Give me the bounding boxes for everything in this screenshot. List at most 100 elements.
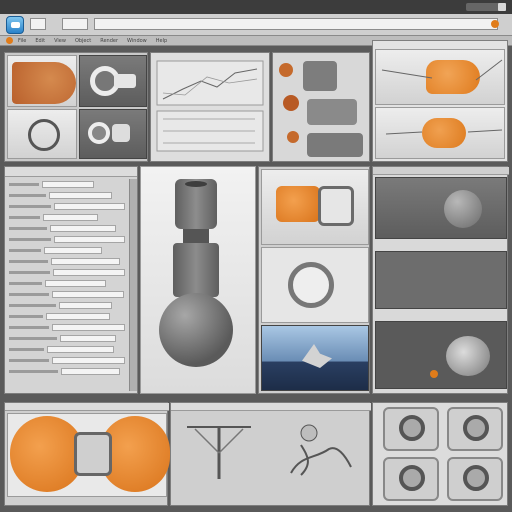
assembly-object[interactable] [271, 415, 361, 489]
property-row[interactable] [9, 224, 125, 232]
property-label [9, 215, 40, 219]
menu-item-edit[interactable]: Edit [35, 37, 45, 45]
close-icon[interactable] [498, 3, 506, 11]
property-row[interactable] [9, 268, 125, 276]
property-value-field[interactable] [60, 334, 116, 342]
property-row[interactable] [9, 367, 125, 375]
property-row[interactable] [9, 345, 125, 353]
mechanical-part [307, 133, 363, 157]
orange-dot-icon[interactable] [6, 37, 13, 44]
property-row[interactable] [9, 334, 125, 342]
viewport[interactable] [79, 55, 147, 107]
viewport[interactable] [375, 321, 507, 389]
property-row[interactable] [9, 180, 125, 188]
scrollbar[interactable] [129, 179, 137, 391]
property-label [9, 248, 41, 252]
thumbnail-tile[interactable] [447, 457, 503, 501]
bottom-middle-panel [170, 402, 371, 506]
property-row[interactable] [9, 246, 125, 254]
bottom-right-panel [372, 402, 508, 506]
property-row[interactable] [9, 202, 125, 210]
property-value-field[interactable] [51, 323, 125, 331]
property-label [9, 226, 47, 230]
property-row[interactable] [9, 213, 125, 221]
gear-part [288, 262, 334, 308]
property-row[interactable] [9, 323, 125, 331]
property-value-field[interactable] [51, 356, 125, 364]
property-value-field[interactable] [50, 224, 116, 232]
viewport[interactable] [375, 49, 505, 105]
menu-item-render[interactable]: Render [100, 37, 118, 45]
thumbnail-tile[interactable] [447, 407, 503, 451]
property-label [9, 347, 44, 351]
mechanical-part [307, 99, 357, 125]
thumbnail-tile[interactable] [383, 407, 439, 451]
viewport[interactable] [7, 413, 170, 497]
viewport[interactable] [375, 177, 507, 239]
menu-item-file[interactable]: File [18, 37, 26, 45]
menu-item-help[interactable]: Help [156, 37, 167, 45]
property-value-field[interactable] [46, 312, 110, 320]
status-text [11, 499, 161, 505]
property-value-field[interactable] [53, 235, 125, 243]
app-icon[interactable] [6, 16, 24, 34]
property-value-field[interactable] [59, 301, 112, 309]
property-value-field[interactable] [43, 213, 98, 221]
properties-panel [4, 166, 138, 394]
menu-item-object[interactable]: Object [75, 37, 91, 45]
property-value-field[interactable] [54, 202, 125, 210]
graph-canvas[interactable] [155, 59, 267, 155]
property-row[interactable] [9, 191, 125, 199]
render-viewport[interactable] [261, 325, 369, 391]
property-list [9, 180, 125, 387]
property-row[interactable] [9, 312, 125, 320]
property-label [9, 358, 49, 362]
viewport[interactable] [375, 251, 507, 309]
orange-part [287, 131, 299, 143]
property-row[interactable] [9, 279, 125, 287]
property-value-field[interactable] [47, 345, 114, 353]
property-value-field[interactable] [53, 268, 125, 276]
viewport[interactable] [7, 55, 77, 107]
thumbnail-tile[interactable] [383, 457, 439, 501]
property-label [9, 369, 58, 373]
toolbar-button[interactable] [30, 18, 46, 30]
property-value-field[interactable] [45, 279, 106, 287]
viewport[interactable] [7, 109, 77, 159]
viewport[interactable] [261, 169, 369, 245]
menu-item-view[interactable]: View [54, 37, 66, 45]
toolbar-button[interactable] [62, 18, 88, 30]
property-label [9, 182, 39, 186]
mechanical-part [446, 336, 490, 376]
property-value-field[interactable] [61, 367, 120, 375]
ring-part [28, 119, 60, 151]
gear-part [88, 122, 110, 144]
panel-header [5, 403, 169, 411]
viewport[interactable] [261, 247, 369, 323]
orange-part [283, 95, 299, 111]
property-value-field[interactable] [42, 180, 94, 188]
graph-panel [150, 52, 270, 162]
rendered-object [302, 344, 332, 368]
menu-item-window[interactable]: Window [127, 37, 147, 45]
property-value-field[interactable] [44, 246, 102, 254]
panel-header [5, 167, 137, 177]
orange-object [276, 186, 320, 222]
property-row[interactable] [9, 301, 125, 309]
viewport[interactable] [79, 109, 147, 159]
property-row[interactable] [9, 290, 125, 298]
path-field[interactable] [94, 18, 498, 30]
property-value-field[interactable] [52, 290, 124, 298]
property-row[interactable] [9, 356, 125, 364]
viewport[interactable] [375, 107, 505, 159]
property-row[interactable] [9, 235, 125, 243]
property-row[interactable] [9, 257, 125, 265]
sphere-object [444, 190, 482, 228]
main-viewport[interactable] [140, 166, 256, 394]
mechanical-part [114, 74, 136, 88]
property-value-field[interactable] [49, 191, 112, 199]
orange-dot-icon[interactable] [491, 20, 499, 28]
property-value-field[interactable] [51, 257, 120, 265]
frame-object[interactable] [181, 417, 261, 487]
gear-part [463, 465, 489, 491]
